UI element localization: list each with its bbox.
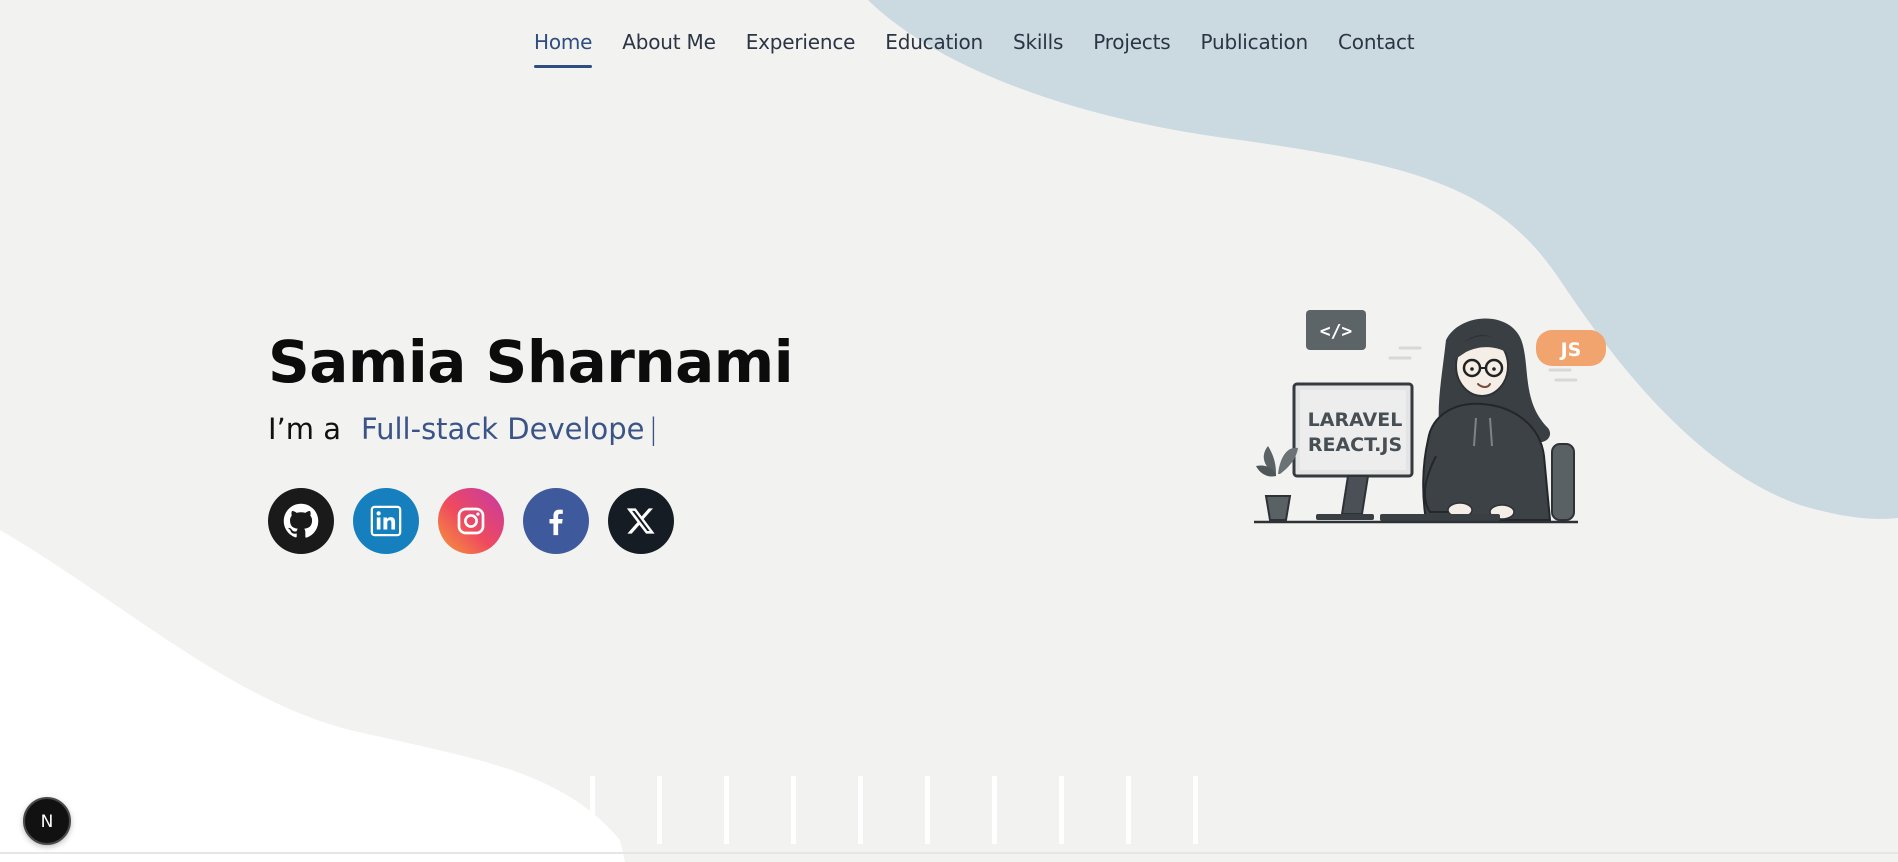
nav-item-publication[interactable]: Publication: [1200, 30, 1308, 68]
js-badge: JS: [1536, 330, 1606, 366]
social-links: [268, 488, 674, 554]
decor-stripe: [1126, 776, 1131, 844]
github-link[interactable]: [268, 488, 334, 554]
plant: [1256, 446, 1298, 521]
decor-stripe: [791, 776, 796, 844]
n-logo-icon: N: [41, 812, 54, 832]
github-icon: [283, 503, 319, 538]
decor-stripe: [590, 776, 595, 844]
decor-stripe: [992, 776, 997, 844]
linkedin-link[interactable]: [353, 488, 419, 554]
svg-text:LARAVEL: LARAVEL: [1308, 409, 1403, 431]
facebook-link[interactable]: [523, 488, 589, 554]
nav-item-home[interactable]: Home: [534, 30, 593, 68]
x-link[interactable]: [608, 488, 674, 554]
svg-text:JS: JS: [1559, 339, 1582, 361]
nav-item-skills[interactable]: Skills: [1013, 30, 1063, 68]
svg-text:N: N: [41, 812, 54, 832]
main-nav: Home About Me Experience Education Skill…: [534, 30, 1444, 72]
code-tag-badge: </>: [1306, 310, 1366, 350]
instagram-icon: [457, 507, 485, 535]
nav-item-education[interactable]: Education: [885, 30, 983, 68]
facebook-icon: [549, 509, 563, 536]
nav-item-projects[interactable]: Projects: [1093, 30, 1170, 68]
decor-stripe: [1059, 776, 1064, 844]
portfolio-page: Home About Me Experience Education Skill…: [0, 0, 1898, 862]
instagram-link[interactable]: [438, 488, 504, 554]
developer-illustration: </> JS LARAVEL REACT.JS: [1254, 310, 1606, 524]
nav-item-about-me[interactable]: About Me: [622, 30, 716, 68]
nav-item-experience[interactable]: Experience: [746, 30, 856, 68]
person: [1422, 318, 1552, 521]
decor-stripe: [657, 776, 662, 844]
bottom-left-blob: [0, 530, 625, 862]
svg-text:REACT.JS: REACT.JS: [1308, 434, 1402, 456]
typing-cursor: |: [648, 412, 659, 446]
role-prefix: I’m a: [268, 412, 342, 446]
nav-item-contact[interactable]: Contact: [1338, 30, 1415, 68]
x-icon: [626, 508, 655, 534]
linkedin-icon: [370, 505, 402, 537]
page-bottom-border: [0, 852, 1898, 854]
role-line: I’m a Full-stack Develope |: [268, 412, 658, 446]
role-typed-text: Full-stack Develope: [361, 412, 645, 446]
svg-text:</>: </>: [1320, 321, 1353, 342]
monitor: LARAVEL REACT.JS: [1292, 382, 1414, 520]
decor-stripe: [1193, 776, 1198, 844]
decor-stripe: [858, 776, 863, 844]
decor-stripe: [724, 776, 729, 844]
next-dev-badge[interactable]: N: [23, 797, 71, 845]
hero-name: Samia Sharnami: [268, 328, 794, 396]
decor-stripe: [925, 776, 930, 844]
